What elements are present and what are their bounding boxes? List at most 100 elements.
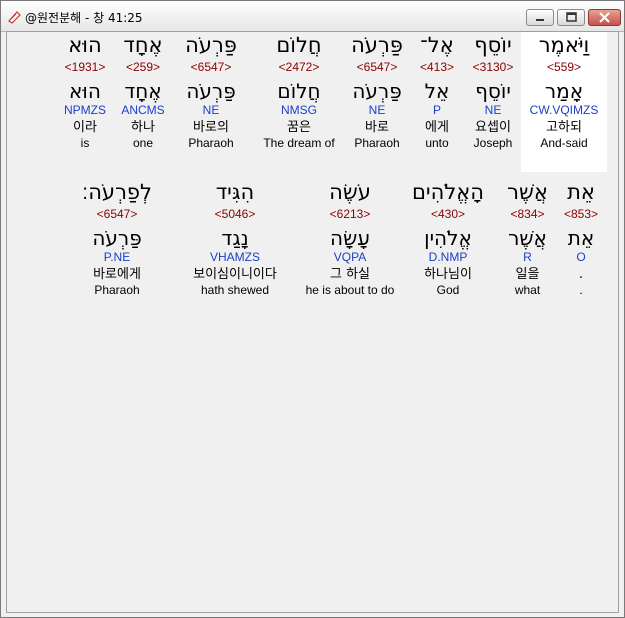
word-column[interactable]: אֲשֶׁר <834> אֲשֶׁר R 일을 what bbox=[499, 179, 556, 319]
hebrew-word: פַּרְעֹה bbox=[185, 33, 237, 57]
strong-number: <3130> bbox=[472, 60, 514, 74]
morphology-code: NE bbox=[202, 103, 220, 117]
morphology-code: NPMZS bbox=[64, 103, 106, 117]
word-column[interactable]: חֲלוֹם <2472> חֲלוֹם NMSG 꿈은 The dream of bbox=[253, 32, 345, 172]
english-gloss: one bbox=[132, 136, 154, 150]
hebrew-word: אֶל־ bbox=[420, 33, 454, 57]
root-word: פַּרְעֹה bbox=[186, 79, 236, 103]
korean-gloss: 보이심이니이다 bbox=[193, 267, 277, 282]
korean-gloss: . bbox=[578, 267, 584, 282]
strong-number: <6547> bbox=[356, 60, 398, 74]
word-column[interactable]: פַּרְעֹה <6547> פַּרְעֹה NE 바로의 Pharaoh bbox=[179, 32, 243, 172]
morphology-code: O bbox=[576, 250, 586, 264]
strong-number: <1931> bbox=[64, 60, 106, 74]
korean-gloss: 요셉이 bbox=[475, 120, 511, 135]
interlinear-panel[interactable]: וַיֹּאמֶר <559> אָמַר CW.VQIMZS 고하되 And-said י… bbox=[6, 31, 619, 613]
strong-number: <430> bbox=[430, 207, 466, 221]
strong-number: <834> bbox=[510, 207, 545, 221]
minimize-button[interactable] bbox=[526, 9, 554, 26]
maximize-icon bbox=[566, 12, 577, 22]
korean-gloss: 하나 bbox=[131, 120, 155, 135]
english-gloss: Pharaoh bbox=[188, 136, 234, 150]
strong-number: <6547> bbox=[190, 60, 232, 74]
root-word: יוֹסֵף bbox=[475, 79, 511, 103]
word-column[interactable]: וַיֹּאמֶר <559> אָמַר CW.VQIMZS 고하되 And-said bbox=[521, 32, 607, 172]
word-column[interactable]: יוֹסֵף <3130> יוֹסֵף NE 요셉이 Joseph bbox=[467, 32, 519, 172]
strong-number: <259> bbox=[125, 60, 161, 74]
korean-gloss: 꿈은 bbox=[287, 120, 311, 135]
korean-gloss: 바로 bbox=[365, 120, 389, 135]
close-icon bbox=[599, 12, 610, 23]
root-word: פַּרְעֹה bbox=[92, 226, 142, 250]
word-column[interactable]: עֹשֶׂה <6213> עָשָׂה VQPA 그 하실 he is about to… bbox=[290, 179, 410, 319]
word-column[interactable]: אֵת <853> אֵת O.. bbox=[556, 179, 606, 319]
english-gloss: God bbox=[436, 283, 460, 297]
window-title: @원전분해 - 창 41:25 bbox=[25, 11, 143, 25]
word-column[interactable]: לְפַרְעֹה׃ <6547> פַּרְעֹה P.NE 바로에게 Pharaoh bbox=[67, 179, 167, 319]
strong-number: <6213> bbox=[329, 207, 371, 221]
morphology-code: P bbox=[432, 103, 441, 117]
root-word: פַּרְעֹה bbox=[352, 79, 402, 103]
morphology-code: D.NMP bbox=[428, 250, 468, 264]
english-gloss: . bbox=[579, 283, 583, 297]
morphology-code: NMSG bbox=[281, 103, 317, 117]
morphology-code: ANCMS bbox=[121, 103, 165, 117]
english-gloss: And-said bbox=[540, 136, 588, 150]
hebrew-word: הָאֱלֹהִים bbox=[411, 180, 485, 204]
korean-gloss: 이라 bbox=[73, 120, 97, 135]
hebrew-word: וַיֹּאמֶר bbox=[538, 33, 590, 57]
root-word: אֱלֹהִין bbox=[424, 226, 472, 250]
hebrew-word: פַּרְעֹה bbox=[351, 33, 403, 57]
hebrew-word: אֶחָד bbox=[123, 33, 163, 57]
english-gloss: Pharaoh bbox=[94, 283, 140, 297]
strong-number: <559> bbox=[546, 60, 582, 74]
morphology-code: P.NE bbox=[103, 250, 131, 264]
hebrew-word: הִגִּיד bbox=[215, 180, 255, 204]
root-word: אָמַר bbox=[544, 79, 584, 103]
maximize-button[interactable] bbox=[557, 9, 585, 26]
root-word: אֵת bbox=[567, 226, 595, 250]
app-window: @원전분해 - 창 41:25 וַיֹּאמֶר <559> אָמַר CW.VQ… bbox=[0, 0, 625, 618]
korean-gloss: 바로의 bbox=[193, 120, 229, 135]
word-column[interactable]: הָאֱלֹהִים <430> אֱלֹהִין D.NMP 하나님이 God bbox=[403, 179, 493, 319]
english-gloss: what bbox=[514, 283, 541, 297]
root-word: אֶחָד bbox=[124, 79, 162, 103]
hebrew-word: עֹשֶׂה bbox=[329, 180, 371, 204]
korean-gloss: 하나님이 bbox=[424, 267, 472, 282]
english-gloss: Pharaoh bbox=[354, 136, 400, 150]
english-gloss: The dream of bbox=[263, 136, 335, 150]
english-gloss: unto bbox=[425, 136, 449, 150]
word-column[interactable]: אֶחָד <259> אֶחָד ANCMS 하나 one bbox=[113, 32, 173, 172]
hebrew-word: יוֹסֵף bbox=[474, 33, 512, 57]
root-word: עָשָׂה bbox=[330, 226, 370, 250]
morphology-code: R bbox=[523, 250, 532, 264]
english-gloss: hath shewed bbox=[200, 283, 270, 297]
english-gloss: Joseph bbox=[473, 136, 513, 150]
strong-number: <853> bbox=[563, 207, 599, 221]
english-gloss: is bbox=[80, 136, 90, 150]
strong-number: <5046> bbox=[214, 207, 256, 221]
korean-gloss: 그 하실 bbox=[329, 267, 370, 282]
korean-gloss: 고하되 bbox=[546, 120, 582, 135]
title-bar[interactable]: @원전분해 - 창 41:25 bbox=[1, 1, 624, 32]
close-button[interactable] bbox=[588, 9, 621, 26]
word-column[interactable]: הוּא <1931> הוּא NPMZS 이라 is bbox=[55, 32, 115, 172]
root-word: הוּא bbox=[69, 79, 101, 103]
word-column[interactable]: הִגִּיד <5046> נָגַד VHAMZS 보이심이니이다 hath shew… bbox=[178, 179, 292, 319]
strong-number: <6547> bbox=[96, 207, 138, 221]
korean-gloss: 에게 bbox=[425, 120, 449, 135]
root-word: נָגַד bbox=[221, 226, 249, 250]
root-word: חֲלוֹם bbox=[277, 79, 321, 103]
word-column[interactable]: אֶל־ <413> אֵל P 에게 unto bbox=[412, 32, 462, 172]
hebrew-word: הוּא bbox=[68, 33, 102, 57]
strong-number: <2472> bbox=[278, 60, 320, 74]
hebrew-word: לְפַרְעֹה׃ bbox=[82, 180, 152, 204]
minimize-icon bbox=[536, 19, 544, 21]
morphology-code: VQPA bbox=[333, 250, 367, 264]
word-column[interactable]: פַּרְעֹה <6547> פַּרְעֹה NE 바로 Pharaoh bbox=[341, 32, 413, 172]
strong-number: <413> bbox=[419, 60, 455, 74]
bible-app-icon[interactable] bbox=[7, 9, 21, 24]
root-word: אֲשֶׁר bbox=[508, 226, 547, 250]
morphology-code: VHAMZS bbox=[209, 250, 260, 264]
korean-gloss: 일을 bbox=[515, 267, 540, 282]
